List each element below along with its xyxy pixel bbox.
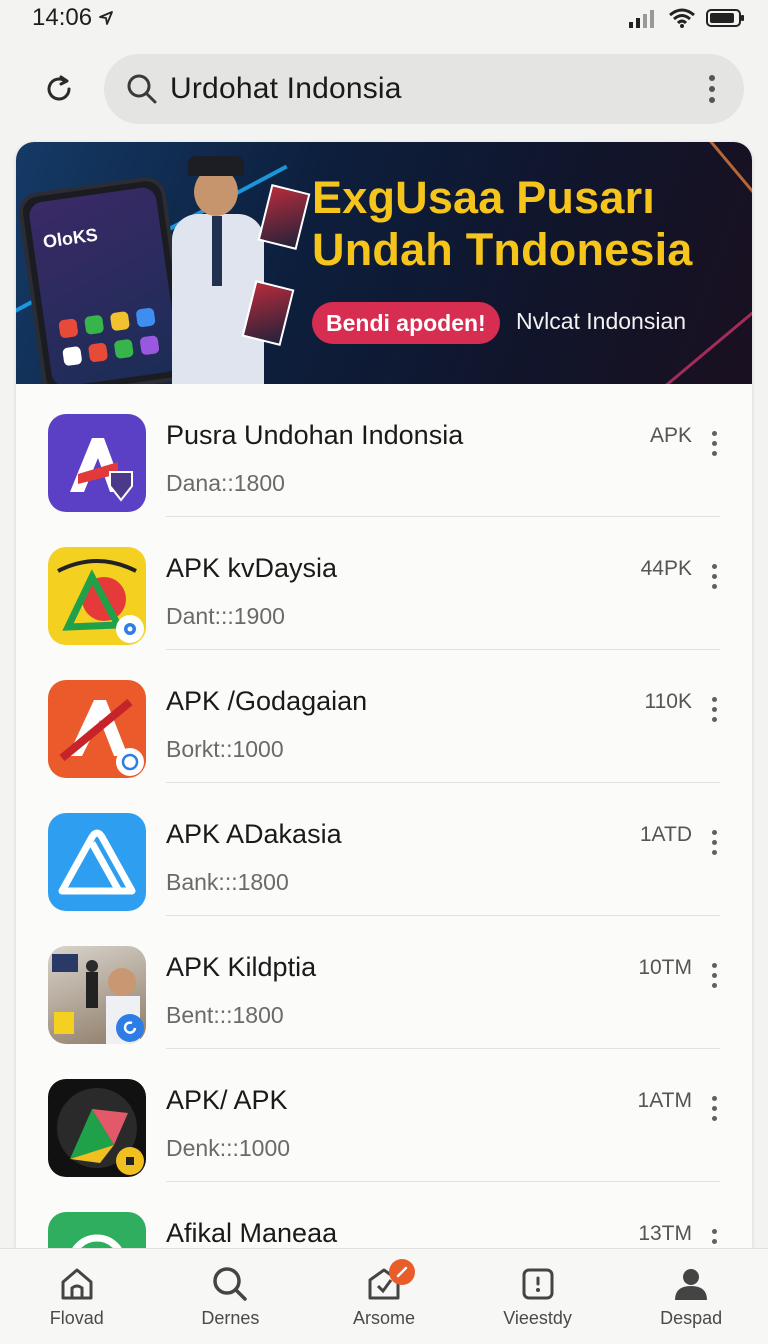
app-meta: Dant:::1900 (166, 603, 285, 629)
app-badge: 44PK (640, 557, 692, 580)
status-bar: 14:06 (0, 0, 768, 36)
more-options-button[interactable] (700, 69, 724, 109)
search-input[interactable]: Urdohat Indonsia (104, 54, 744, 124)
notification-badge-icon (389, 1259, 416, 1285)
status-time: 14:06 (32, 4, 114, 32)
nav-label: Vieestdy (503, 1308, 572, 1328)
app-badge: 1ATM (637, 1089, 692, 1112)
gear-badge-icon (116, 615, 144, 643)
nav-profile[interactable]: Despad (614, 1249, 768, 1344)
banner-title-line2: Undah Tndonesia (312, 224, 693, 275)
banner-title: ExgUsaa Pusarı Undah Tndonesia (312, 172, 742, 276)
app-name: APK ADakasia (166, 819, 342, 849)
list-item[interactable]: APK ADakasia Bank:::1800 1ATD (16, 783, 752, 916)
list-item[interactable]: Pusra Undohan Indonsia Dana::1800 APK (16, 384, 752, 517)
shield-a-icon (48, 414, 146, 512)
list-item[interactable]: APK kvDaysia Dant:::1900 44PK (16, 517, 752, 650)
nav-search[interactable]: Dernes (154, 1249, 308, 1344)
item-menu-button[interactable] (704, 827, 724, 857)
banner-title-line1: ExgUsaa Pusarı (312, 172, 655, 223)
refresh-icon (47, 75, 71, 101)
content-card: OloKS ExgUsaa Pusarı Undah Tndonesia Ben… (16, 142, 752, 1248)
check-badge-icon (116, 748, 144, 776)
list-item[interactable]: APK Kildptia Bent:::1800 10TM (16, 916, 752, 1049)
app-list: Pusra Undohan Indonsia Dana::1800 APK AP… (16, 384, 752, 1248)
item-menu-button[interactable] (704, 694, 724, 724)
triangle-play-icon (48, 547, 146, 645)
nav-downloads[interactable]: Vieestdy (461, 1249, 615, 1344)
clock: 14:06 (32, 4, 93, 31)
item-menu-button[interactable] (704, 1093, 724, 1123)
triangle-outline-icon (48, 813, 146, 911)
app-meta: Bank:::1800 (166, 869, 289, 895)
app-badge: 13TM (638, 1222, 692, 1245)
nav-updates[interactable]: Arsome (307, 1249, 461, 1344)
crossed-a-icon (48, 680, 146, 778)
nav-label: Despad (660, 1308, 723, 1328)
search-icon (213, 1267, 248, 1301)
location-arrow-icon (99, 11, 113, 25)
list-item[interactable]: APK /Godagaian Borkt::1000 110K (16, 650, 752, 783)
app-badge: 1ATD (639, 823, 692, 846)
play-triangle-icon (48, 1079, 146, 1177)
app-badge: APK (649, 424, 692, 447)
app-meta: Bent:::1800 (166, 1002, 284, 1028)
app-name: APK kvDaysia (166, 553, 338, 583)
phone-screen-text: OloKS (41, 224, 100, 252)
app-name: APK/ APK (166, 1085, 288, 1115)
app-badge: 10TM (638, 956, 692, 979)
item-menu-button[interactable] (704, 428, 724, 458)
officer-illustration (166, 150, 276, 384)
item-menu-button[interactable] (704, 561, 724, 591)
nav-label: Dernes (201, 1308, 260, 1328)
banner-cta-button[interactable]: Bendi apoden! (312, 302, 500, 344)
profile-icon (675, 1269, 708, 1300)
wifi-icon (669, 8, 695, 28)
app-meta: Denk:::1000 (166, 1135, 291, 1161)
app-badge: 110K (644, 690, 693, 713)
app-name: APK /Godagaian (166, 686, 368, 716)
app-meta: Borkt::1000 (166, 736, 284, 762)
top-bar: Urdohat Indonsia (0, 52, 768, 126)
item-menu-button[interactable] (704, 960, 724, 990)
refresh-button[interactable] (36, 66, 82, 112)
list-item[interactable]: APK/ APK Denk:::1000 1ATM (16, 1049, 752, 1182)
app-name: Pusra Undohan Indonsia (166, 420, 464, 450)
search-icon (127, 74, 157, 104)
status-icons (628, 8, 746, 28)
nav-label: Flovad (49, 1308, 104, 1328)
app-name: Afikal Maneaa (166, 1218, 338, 1248)
battery-icon (706, 9, 744, 27)
app-meta: Dana::1800 (166, 470, 285, 496)
signal-icon (629, 10, 654, 28)
green-circle-icon (48, 1212, 146, 1248)
item-menu-button[interactable] (704, 1226, 724, 1248)
nav-home[interactable]: Flovad (0, 1249, 154, 1344)
app-name: APK Kildptia (166, 952, 317, 982)
list-item[interactable]: Afikal Maneaa 13TM (16, 1182, 752, 1248)
promo-banner[interactable]: OloKS ExgUsaa Pusarı Undah Tndonesia Ben… (16, 142, 752, 384)
refresh-badge-icon (116, 1014, 144, 1042)
bottom-nav: Flovad Dernes Arsome Vieestdy Despad (0, 1248, 768, 1344)
downloads-icon (522, 1268, 554, 1300)
seal-badge-icon (116, 1147, 144, 1175)
banner-subtitle: Nvlcat Indonsian (516, 308, 687, 334)
search-query: Urdohat Indonsia (170, 72, 402, 105)
home-icon (61, 1268, 93, 1300)
nav-label: Arsome (352, 1308, 415, 1328)
people-photo-icon (48, 946, 146, 1044)
